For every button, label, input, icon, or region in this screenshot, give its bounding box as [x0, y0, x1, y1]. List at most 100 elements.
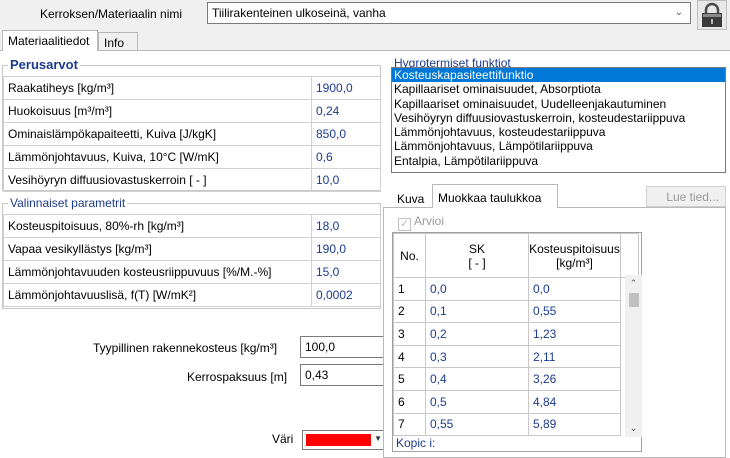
table-row[interactable]: 3 0,2 1,23	[393, 322, 639, 346]
layer-name-label: Kerroksen/Materiaalin nimi	[40, 7, 183, 21]
property-label: Vesihöyryn diffuusiovastuskerroin [ - ]	[3, 168, 312, 192]
tab-edit-table[interactable]: Muokkaa taulukkoa	[432, 184, 558, 208]
tab-info[interactable]: Info	[98, 32, 138, 50]
property-value[interactable]: 0,24	[311, 99, 381, 123]
estimate-label: Arvioi	[414, 214, 445, 228]
list-item[interactable]: Kapillaariset ominaisuudet, Absorptiota	[392, 82, 725, 96]
scrollbar-thumb[interactable]	[629, 293, 639, 307]
grid-header-row: No. SK[ - ] Kosteuspitoisuus [kg/m³]	[393, 233, 639, 278]
list-item[interactable]: Lämmönjohtavuus, kosteudestariippuva	[392, 125, 725, 139]
layer-name-dropdown[interactable]: Tiilirakenteinen ulkoseinä, vanha ⌄	[207, 2, 691, 24]
table-row[interactable]: 6 0,5 4,84	[393, 389, 639, 414]
property-row: Lämmönjohtavuuden kosteusriippuvuus [%/M…	[3, 260, 381, 284]
tab-material-data[interactable]: Materiaalitiedot	[2, 30, 98, 51]
property-row: Raakatiheys [kg/m³] 1900,0	[3, 76, 381, 100]
sk-cell[interactable]: 0,3	[425, 344, 529, 369]
property-value[interactable]: 850,0	[311, 122, 381, 146]
property-label: Raakatiheys [kg/m³]	[3, 76, 312, 100]
property-label: Lämmönjohtavuuden kosteusriippuvuus [%/M…	[3, 260, 312, 284]
thickness-label: Kerrospaksuus [m]	[187, 370, 288, 384]
property-value[interactable]: 18,0	[311, 214, 381, 238]
row-number: 2	[393, 299, 426, 324]
property-row: Lämmönjohtavuuslisä, f(T) [W/mK²] 0,0002	[3, 283, 381, 307]
color-swatch-fill	[306, 434, 371, 446]
sk-cell[interactable]: 0,2	[425, 322, 529, 346]
property-row: Lämmönjohtavuus, Kuiva, 10°C [W/mK] 0,6	[3, 145, 381, 169]
property-label: Ominaislämpökapaiteetti, Kuiva [J/kgK]	[3, 122, 312, 146]
sk-cell[interactable]: 0,0	[425, 277, 529, 301]
row-number: 3	[393, 322, 426, 346]
chevron-down-icon[interactable]: ▼	[374, 434, 382, 443]
basic-values-title: Perusarvot	[8, 57, 80, 72]
kp-header-label: Kosteuspitoisuus	[529, 241, 620, 256]
property-value[interactable]: 15,0	[311, 260, 381, 284]
list-item[interactable]: Vesihöyryn diffuusiovastuskerroin, koste…	[392, 111, 725, 125]
thickness-input[interactable]: 0,43	[300, 364, 385, 386]
grid-corner	[620, 233, 639, 278]
row-number: 5	[393, 367, 426, 391]
basic-values-table: Raakatiheys [kg/m³] 1900,0 Huokoisuus [m³…	[3, 76, 381, 192]
kp-cell[interactable]: 0,0	[528, 277, 621, 301]
sk-cell[interactable]: 0,55	[425, 412, 529, 437]
property-label: Kosteuspitoisuus, 80%-rh [kg/m³]	[3, 214, 312, 238]
lock-button[interactable]	[697, 0, 727, 30]
table-row[interactable]: 7 0,55 5,89	[393, 412, 639, 437]
sk-cell[interactable]: 0,1	[425, 299, 529, 324]
moisture-input[interactable]: 100,0	[300, 336, 385, 358]
table-row[interactable]: 5 0,4 3,26	[393, 367, 639, 391]
property-row: Kosteuspitoisuus, 80%-rh [kg/m³] 18,0	[3, 214, 381, 238]
row-number: 4	[393, 344, 426, 369]
read-file-button[interactable]: Lue tied...	[646, 186, 726, 207]
property-value[interactable]: 0,0002	[311, 283, 381, 307]
moisture-label: Tyypillinen rakennekosteus [kg/m³]	[93, 341, 278, 355]
lock-icon	[697, 0, 727, 30]
kp-unit-label: [kg/m³]	[556, 255, 593, 270]
sk-cell[interactable]: 0,5	[425, 389, 529, 414]
property-row: Vapaa vesikyllästys [kg/m³] 190,0	[3, 237, 381, 261]
sk-cell[interactable]: 0,4	[425, 367, 529, 391]
layer-name-value: Tiilirakenteinen ulkoseinä, vanha	[212, 6, 386, 20]
kp-cell[interactable]: 3,26	[528, 367, 621, 391]
property-value[interactable]: 10,0	[311, 168, 381, 192]
chevron-up-icon[interactable]: ⌃	[625, 275, 642, 292]
column-header-sk: SK[ - ]	[425, 233, 529, 278]
chevron-down-icon[interactable]: ⌄	[625, 420, 642, 437]
table-row[interactable]: 4 0,3 2,11	[393, 344, 639, 369]
table-row[interactable]: 2 0,1 0,55	[393, 299, 639, 324]
optional-params-title: Valinnaiset parametrit	[8, 196, 128, 210]
grid-scrollbar[interactable]: ⌃ ⌄	[625, 275, 642, 437]
optional-params-table: Kosteuspitoisuus, 80%-rh [kg/m³] 18,0 Vap…	[3, 214, 381, 307]
kp-cell[interactable]: 4,84	[528, 389, 621, 414]
checkmark-icon: ✓	[398, 218, 411, 231]
data-grid[interactable]: No. SK[ - ] Kosteuspitoisuus [kg/m³] 1 0,0…	[392, 232, 642, 452]
kp-cell[interactable]: 0,55	[528, 299, 621, 324]
row-number: 7	[393, 412, 426, 437]
row-number: 1	[393, 277, 426, 301]
kp-cell[interactable]: 2,11	[528, 344, 621, 369]
list-item[interactable]: Kapillaariset ominaisuudet, Uudelleenjak…	[392, 97, 725, 111]
property-row: Huokoisuus [m³/m³] 0,24	[3, 99, 381, 123]
sk-header-label: SK	[468, 241, 485, 256]
tab-image[interactable]: Kuva	[392, 188, 432, 208]
list-item[interactable]: Kosteuskapasiteettifunktio	[392, 68, 725, 83]
hygro-functions-list[interactable]: Kosteuskapasiteettifunktio Kapillaariset…	[391, 67, 726, 173]
list-item[interactable]: Lämmönjohtavuus, Lämpötilariippuva	[392, 139, 725, 153]
color-label: Väri	[272, 432, 294, 446]
property-label: Vapaa vesikyllästys [kg/m³]	[3, 237, 312, 261]
estimate-checkbox[interactable]: ✓ Arvioi	[398, 214, 444, 231]
property-row: Vesihöyryn diffuusiovastuskerroin [ - ] 1…	[3, 168, 381, 192]
property-value[interactable]: 0,6	[311, 145, 381, 169]
chevron-down-icon[interactable]: ⌄	[672, 5, 686, 21]
list-item[interactable]: Entalpia, Lämpötilariippuva	[392, 154, 725, 168]
color-picker[interactable]: ▼	[302, 430, 385, 450]
table-row[interactable]: 1 0,0 0,0	[393, 277, 639, 301]
property-value[interactable]: 1900,0	[311, 76, 381, 100]
property-value[interactable]: 190,0	[311, 237, 381, 261]
kp-cell[interactable]: 5,89	[528, 412, 621, 437]
property-label: Lämmönjohtavuuslisä, f(T) [W/mK²]	[3, 283, 312, 307]
row-number: 6	[393, 389, 426, 414]
property-row: Ominaislämpökapaiteetti, Kuiva [J/kgK] 85…	[3, 122, 381, 146]
property-label: Huokoisuus [m³/m³]	[3, 99, 312, 123]
copy-link[interactable]: Kopic i:	[396, 436, 435, 450]
kp-cell[interactable]: 1,23	[528, 322, 621, 346]
